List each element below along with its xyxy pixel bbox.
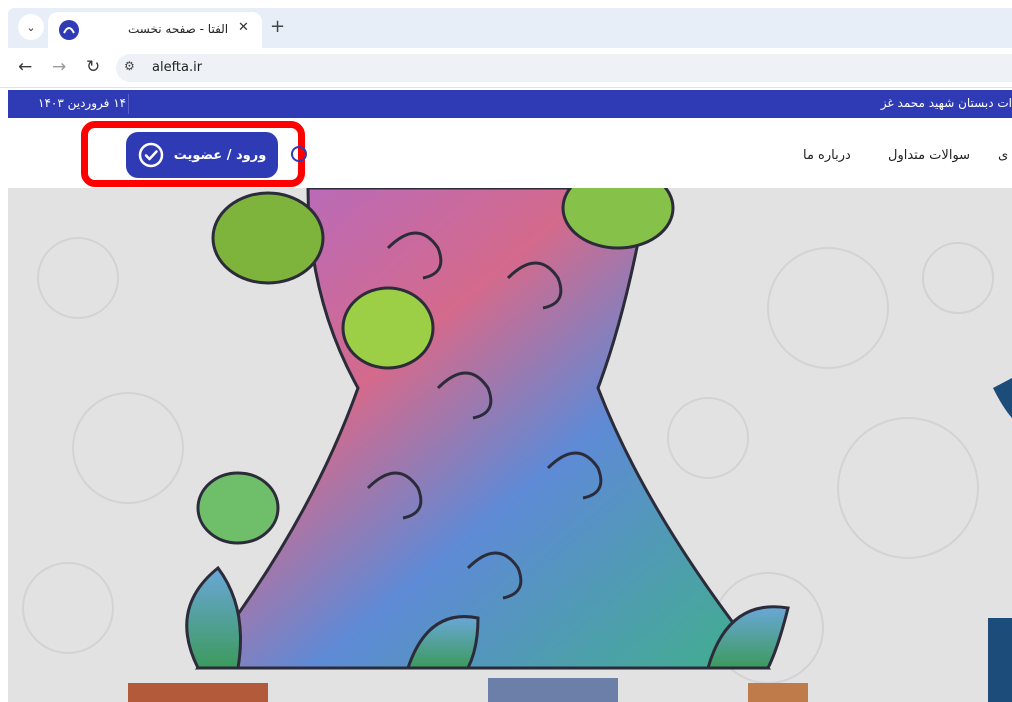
hero-banner bbox=[8, 188, 1012, 702]
close-icon[interactable]: ✕ bbox=[238, 20, 249, 35]
search-icon[interactable] bbox=[291, 146, 307, 162]
url-text[interactable]: alefta.ir bbox=[152, 60, 202, 75]
highlight-annotation bbox=[81, 121, 305, 187]
current-date: ۱۴ فروردین ۱۴۰۳ bbox=[38, 96, 127, 110]
forward-arrow-icon[interactable]: → bbox=[52, 58, 66, 76]
chevron-down-icon[interactable]: ⌄ bbox=[18, 14, 44, 40]
browser-tab[interactable]: الفتا - صفحه نخست ✕ bbox=[48, 12, 262, 48]
site-info-icon[interactable]: ⚙ bbox=[124, 59, 142, 77]
browser-tab-strip: ⌄ الفتا - صفحه نخست ✕ + bbox=[8, 8, 1012, 48]
back-arrow-icon[interactable]: ← bbox=[18, 58, 32, 76]
site-top-bar: ۱۴ فروردین ۱۴۰۳ ات دبستان شهید محمد غز bbox=[8, 90, 1012, 118]
divider bbox=[128, 94, 129, 114]
hero-tree-illustration bbox=[22, 188, 1012, 702]
news-ticker[interactable]: ات دبستان شهید محمد غز bbox=[881, 96, 1012, 110]
site-header: ورود / عضویت درباره ما سوالات متداول ی bbox=[8, 118, 1012, 188]
tab-title: الفتا - صفحه نخست bbox=[128, 22, 229, 36]
reload-icon[interactable]: ↻ bbox=[86, 58, 100, 76]
alefta-logo-icon bbox=[59, 20, 79, 40]
menu-item-faq[interactable]: سوالات متداول bbox=[888, 148, 970, 163]
address-bar[interactable]: ⚙ alefta.ir bbox=[116, 54, 1012, 82]
menu-item-partial[interactable]: ی bbox=[998, 148, 1008, 163]
menu-item-about[interactable]: درباره ما bbox=[803, 148, 851, 163]
plus-icon[interactable]: + bbox=[270, 16, 285, 37]
browser-toolbar: ← → ↻ ⚙ alefta.ir bbox=[0, 48, 1012, 88]
